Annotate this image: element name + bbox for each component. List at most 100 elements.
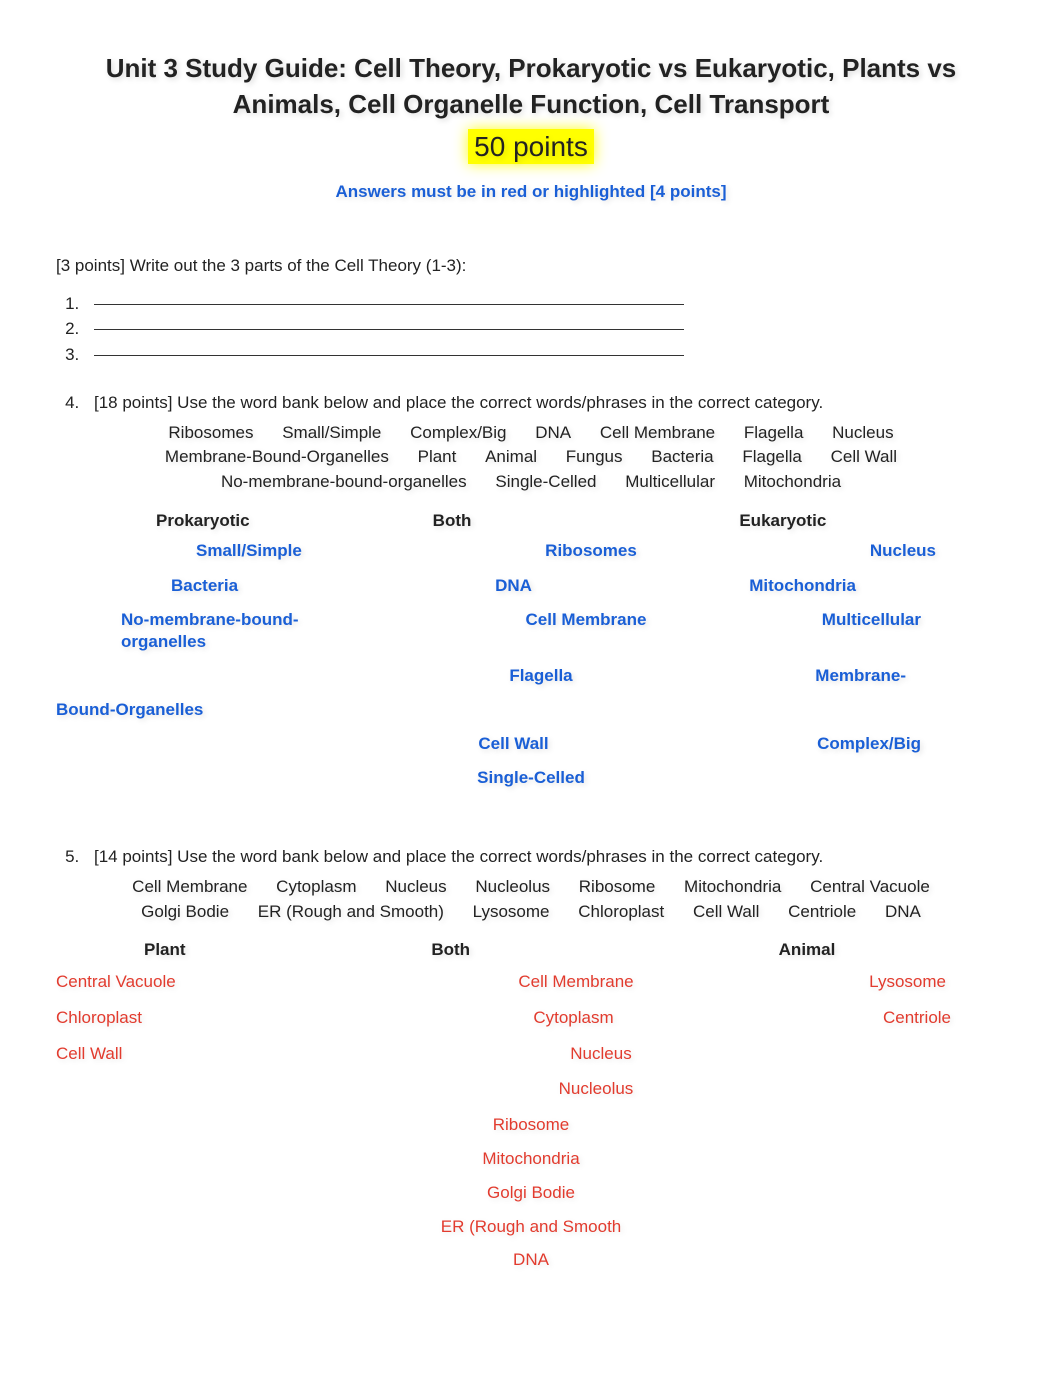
list-item bbox=[84, 317, 1006, 341]
cell: Single-Celled bbox=[373, 767, 690, 789]
blank-line bbox=[94, 355, 684, 356]
wordbank-term: Mitochondria bbox=[732, 472, 853, 491]
cell bbox=[733, 1077, 1006, 1101]
list-item bbox=[84, 292, 1006, 316]
table-row: ChloroplastCytoplasmCentriole bbox=[56, 1006, 1006, 1030]
q5-wordbank: Cell Membrane Cytoplasm Nucleus Nucleolu… bbox=[76, 875, 986, 924]
cell: Centriole bbox=[699, 1006, 1006, 1030]
wordbank-term: Fungus bbox=[554, 447, 635, 466]
cell: Cell Membrane bbox=[303, 970, 700, 994]
wordbank-term: Nucleus bbox=[820, 423, 905, 442]
wordbank-term: Complex/Big bbox=[398, 423, 518, 442]
cell bbox=[56, 767, 373, 789]
wordbank-term: Cell Membrane bbox=[120, 877, 259, 896]
wordbank-term: Nucleolus bbox=[463, 877, 562, 896]
wordbank-term: Multicellular bbox=[613, 472, 727, 491]
points-highlight: 50 points bbox=[468, 129, 594, 164]
q5-answers: Central VacuoleCell MembraneLysosome Chlo… bbox=[56, 970, 1006, 1101]
cell: Nucleus bbox=[706, 540, 1006, 562]
wordbank-term: Cell Membrane bbox=[588, 423, 727, 442]
wordbank-term: Animal bbox=[473, 447, 549, 466]
wordbank-term: Plant bbox=[406, 447, 469, 466]
q5-prompt: [14 points] Use the word bank below and … bbox=[94, 847, 823, 866]
q4-prompt: [18 points] Use the word bank below and … bbox=[94, 393, 823, 412]
cell: Central Vacuole bbox=[56, 970, 303, 994]
wordbank-term: Flagella bbox=[730, 447, 814, 466]
cell bbox=[736, 1042, 1006, 1066]
cell: Flagella bbox=[359, 665, 662, 687]
cell: Mitochondria bbox=[628, 575, 1006, 597]
q4-answers-2: Cell WallComplex/Big Single-Celled bbox=[56, 733, 1006, 789]
wordbank-term: Membrane-Bound-Organelles bbox=[153, 447, 401, 466]
wordbank-term: Cell Wall bbox=[819, 447, 909, 466]
cell: DNA bbox=[399, 575, 627, 597]
cell: Cell Wall bbox=[328, 733, 650, 755]
both-only-item: Golgi Bodie bbox=[56, 1181, 1006, 1205]
cell: Cell Wall bbox=[56, 1042, 326, 1066]
cell: Chloroplast bbox=[56, 1006, 308, 1030]
list-item bbox=[84, 343, 1006, 367]
points-line: 50 points bbox=[56, 127, 1006, 166]
cell: Bacteria bbox=[56, 575, 399, 597]
cell: Membrane- bbox=[663, 665, 1006, 687]
wordbank-term: Cell Wall bbox=[681, 902, 771, 921]
both-only-item: DNA bbox=[56, 1248, 1006, 1272]
instruction-line: Answers must be in red or highlighted [4… bbox=[56, 180, 1006, 204]
q4-header-right: Eukaryotic bbox=[699, 509, 1006, 533]
q4-header-mid: Both bbox=[423, 509, 700, 533]
wordbank-term: Cytoplasm bbox=[264, 877, 368, 896]
both-only-item: Mitochondria bbox=[56, 1147, 1006, 1171]
cell: Nucleus bbox=[326, 1042, 736, 1066]
q5-header-mid: Both bbox=[371, 938, 658, 962]
cell: Small/Simple bbox=[56, 540, 426, 562]
wordbank-term: Lysosome bbox=[461, 902, 562, 921]
table-row: No-membrane-bound-organellesCell Membran… bbox=[56, 609, 1006, 653]
wordbank-term: Chloroplast bbox=[566, 902, 676, 921]
cell: Complex/Big bbox=[649, 733, 1006, 755]
table-row: Cell WallComplex/Big bbox=[56, 733, 1006, 755]
q4-item: [18 points] Use the word bank below and … bbox=[56, 391, 1006, 415]
table-row: Single-Celled bbox=[56, 767, 1006, 789]
cell bbox=[56, 1077, 329, 1101]
table-row: Cell WallNucleus bbox=[56, 1042, 1006, 1066]
list-item: [18 points] Use the word bank below and … bbox=[84, 391, 1006, 415]
q5-both-only: Ribosome Mitochondria Golgi Bodie ER (Rough… bbox=[56, 1113, 1006, 1272]
q5-item: [14 points] Use the word bank below and … bbox=[56, 845, 1006, 869]
q5-header-right: Animal bbox=[659, 938, 1006, 962]
cell: Nucleolus bbox=[329, 1077, 732, 1101]
wordbank-term: DNA bbox=[523, 423, 583, 442]
cell bbox=[689, 767, 1006, 789]
wordbank-term: Single-Celled bbox=[483, 472, 608, 491]
table-row: Nucleolus bbox=[56, 1077, 1006, 1101]
wordbank-term: ER (Rough and Smooth) bbox=[246, 902, 456, 921]
table-row: Central VacuoleCell MembraneLysosome bbox=[56, 970, 1006, 994]
q5-header-left: Plant bbox=[56, 938, 371, 962]
wordbank-term: No-membrane-bound-organelles bbox=[209, 472, 479, 491]
q4-flagella-row: Flagella Membrane- bbox=[56, 665, 1006, 687]
cell: Ribosomes bbox=[426, 540, 706, 562]
cell-theory-list bbox=[56, 292, 1006, 367]
cell: Cytoplasm bbox=[308, 1006, 700, 1030]
wordbank-term: Centriole bbox=[776, 902, 868, 921]
wordbank-term: Ribosomes bbox=[156, 423, 265, 442]
cell: Cell Membrane bbox=[344, 609, 697, 653]
wordbank-term: Golgi Bodie bbox=[129, 902, 241, 921]
q4-headers: Prokaryotic Both Eukaryotic bbox=[56, 509, 1006, 533]
q4-answers: Small/SimpleRibosomesNucleusBacteriaDNAM… bbox=[56, 540, 1006, 652]
q4-wrap-line: Bound-Organelles bbox=[56, 699, 1006, 721]
wordbank-term: Bacteria bbox=[639, 447, 725, 466]
wordbank-term: Flagella bbox=[732, 423, 816, 442]
wordbank-term: DNA bbox=[873, 902, 933, 921]
q-cell-theory-prompt: [3 points] Write out the 3 parts of the … bbox=[56, 254, 1006, 278]
page-title: Unit 3 Study Guide: Cell Theory, Prokary… bbox=[56, 50, 1006, 123]
q4-wordbank: Ribosomes Small/Simple Complex/Big DNA C… bbox=[96, 421, 966, 495]
wordbank-term: Small/Simple bbox=[270, 423, 393, 442]
both-only-item: ER (Rough and Smooth bbox=[56, 1215, 1006, 1239]
q4-header-left: Prokaryotic bbox=[56, 509, 423, 533]
cell: Lysosome bbox=[699, 970, 1006, 994]
both-only-item: Ribosome bbox=[56, 1113, 1006, 1137]
table-row: Small/SimpleRibosomesNucleus bbox=[56, 540, 1006, 562]
cell: Multicellular bbox=[698, 609, 1006, 653]
wordbank-term: Ribosome bbox=[567, 877, 668, 896]
blank-line bbox=[94, 304, 684, 305]
